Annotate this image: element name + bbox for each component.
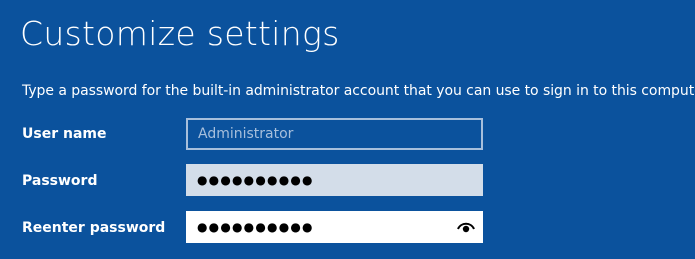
username-placeholder: Administrator [198, 126, 294, 142]
reenter-password-masked-value: ●●●●●●●●●● [197, 220, 314, 234]
page-title: Customize settings [20, 14, 340, 53]
eye-icon[interactable] [457, 221, 475, 233]
reenter-password-label: Reenter password [22, 220, 166, 236]
reenter-password-field[interactable]: ●●●●●●●●●● [186, 211, 483, 243]
password-label: Password [22, 173, 98, 189]
instructions-text: Type a password for the built-in adminis… [22, 83, 695, 99]
username-field[interactable]: Administrator [186, 118, 483, 150]
password-field[interactable]: ●●●●●●●●●● [186, 164, 483, 196]
username-label: User name [22, 126, 107, 142]
customize-settings-page: Customize settings Type a password for t… [0, 0, 695, 259]
password-masked-value: ●●●●●●●●●● [197, 173, 314, 187]
